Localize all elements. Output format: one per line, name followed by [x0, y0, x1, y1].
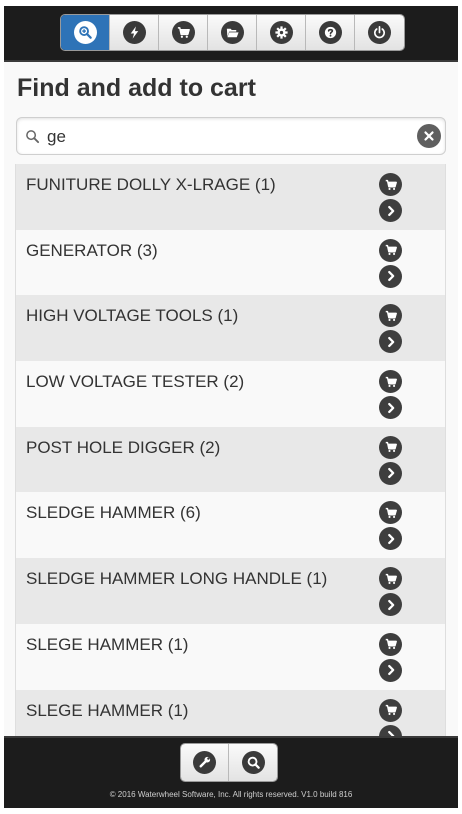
search-input[interactable]: [47, 125, 407, 149]
search-icon: [241, 751, 265, 774]
wrench-icon: [193, 751, 216, 774]
chevron-right-icon[interactable]: [379, 330, 402, 354]
search-plus-icon: [73, 21, 97, 44]
list-item[interactable]: SLEGE HAMMER (1): [16, 689, 445, 736]
clear-icon[interactable]: [417, 124, 441, 148]
chevron-right-icon[interactable]: [379, 527, 402, 551]
logout-button[interactable]: [355, 15, 404, 50]
list-item[interactable]: HIGH VOLTAGE TOOLS (1): [16, 295, 445, 362]
add-to-cart-icon[interactable]: [379, 238, 402, 262]
list-item[interactable]: FUNITURE DOLLY X-LRAGE (1): [16, 164, 445, 230]
list-item[interactable]: GENERATOR (3): [16, 229, 445, 296]
page-title: Find and add to cart: [17, 74, 256, 102]
add-to-cart-icon[interactable]: [379, 698, 402, 722]
power-icon: [368, 21, 391, 44]
settings-button[interactable]: [257, 15, 306, 50]
add-to-cart-icon[interactable]: [379, 304, 402, 328]
tools-button[interactable]: [181, 744, 229, 781]
item-label: LOW VOLTAGE TESTER (2): [26, 372, 245, 392]
add-to-cart-icon[interactable]: [379, 435, 402, 459]
add-to-cart-icon[interactable]: [379, 567, 402, 591]
chevron-right-icon[interactable]: [379, 199, 402, 222]
bottom-nav: [180, 743, 278, 782]
chevron-right-icon[interactable]: [379, 658, 402, 682]
folder-button[interactable]: [208, 15, 257, 50]
chevron-right-icon[interactable]: [379, 264, 402, 288]
add-to-cart-icon[interactable]: [379, 501, 402, 525]
cart-button[interactable]: [159, 15, 208, 50]
app-frame: Find and add to cart FUNITURE DOLLY X-LR…: [4, 6, 458, 808]
cart-icon: [171, 21, 195, 44]
top-toolbar: [4, 6, 458, 62]
add-to-cart-icon[interactable]: [379, 632, 402, 656]
chevron-right-icon[interactable]: [379, 461, 402, 485]
list-item[interactable]: SLEDGE HAMMER LONG HANDLE (1): [16, 558, 445, 624]
help-button[interactable]: [306, 15, 355, 50]
folder-open-icon: [220, 21, 244, 44]
bolt-icon: [122, 21, 146, 44]
item-label: FUNITURE DOLLY X-LRAGE (1): [26, 175, 276, 194]
search-icon: [26, 130, 40, 144]
list-item[interactable]: LOW VOLTAGE TESTER (2): [16, 361, 445, 427]
bottom-toolbar: © 2016 Waterwheel Software, Inc. All rig…: [4, 736, 458, 808]
item-label: POST HOLE DIGGER (2): [26, 437, 221, 457]
gear-icon: [269, 21, 293, 44]
item-label: HIGH VOLTAGE TOOLS (1): [26, 306, 239, 326]
quick-button[interactable]: [110, 15, 159, 50]
list-item[interactable]: SLEDGE HAMMER (6): [16, 492, 445, 559]
list-item[interactable]: SLEGE HAMMER (1): [16, 623, 445, 690]
main-nav: [60, 14, 405, 51]
item-label: SLEDGE HAMMER LONG HANDLE (1): [26, 569, 328, 589]
chevron-right-icon[interactable]: [379, 593, 402, 617]
item-label: SLEGE HAMMER (1): [26, 634, 189, 654]
question-icon: [318, 21, 342, 44]
add-to-cart-icon[interactable]: [379, 173, 402, 196]
item-label: SLEDGE HAMMER (6): [26, 503, 201, 523]
list-item[interactable]: POST HOLE DIGGER (2): [16, 426, 445, 493]
item-label: GENERATOR (3): [26, 240, 158, 260]
item-label: SLEGE HAMMER (1): [26, 700, 189, 720]
search-box: [16, 117, 446, 155]
add-to-cart-icon[interactable]: [379, 370, 402, 394]
chevron-right-icon[interactable]: [379, 396, 402, 420]
chevron-right-icon[interactable]: [379, 724, 402, 736]
find-button[interactable]: [61, 15, 110, 50]
footer-copyright: © 2016 Waterwheel Software, Inc. All rig…: [109, 790, 353, 799]
results-list: FUNITURE DOLLY X-LRAGE (1) GENERATOR (3)…: [15, 164, 446, 736]
search-button[interactable]: [229, 744, 277, 781]
